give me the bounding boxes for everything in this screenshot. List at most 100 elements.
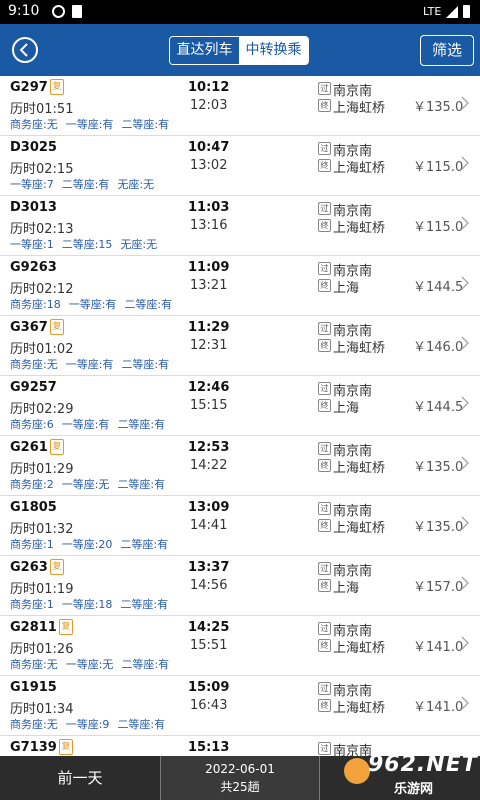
ticket-price: ￥144.5 [413, 400, 464, 415]
seat-info: 商务座:2 [10, 478, 54, 491]
to-station: 上海 [333, 281, 360, 296]
train-row[interactable]: G367 复历时01:02 商务座:无 一等座:有 二等座:有 11:29 12:31 过南京… [0, 316, 480, 376]
train-duration: 历时01:51 [10, 102, 74, 117]
departure-time: 12:46 [188, 380, 230, 395]
to-station: 上海虹桥 [333, 161, 386, 176]
seat-availability: 商务座:18 一等座:有 二等座:有 [10, 296, 180, 312]
fu-badge: 复 [59, 619, 73, 635]
chevron-right-icon [461, 156, 469, 170]
to-station: 上海虹桥 [333, 461, 386, 476]
arrival-time: 12:03 [190, 98, 228, 113]
seat-info: 二等座:有 [117, 478, 166, 491]
train-row[interactable]: D3025 历时02:15 一等座:7 二等座:有 无座:无 10:47 13:02 过南京南… [0, 136, 480, 196]
seat-availability: 商务座:2 一等座:无 二等座:有 [10, 476, 173, 492]
chevron-right-icon [461, 456, 469, 470]
terminal-station-icon: 终 [318, 279, 331, 292]
seat-availability: 商务座:6 一等座:有 二等座:有 [10, 416, 173, 432]
seat-info: 一等座:有 [65, 118, 114, 131]
terminal-station-icon: 终 [318, 399, 331, 412]
chevron-right-icon [461, 276, 469, 290]
train-type-switch: 直达列车 中转换乘 [169, 36, 309, 65]
train-row[interactable]: G9257 历时02:29 商务座:6 一等座:有 二等座:有 12:46 15:15 过南京… [0, 376, 480, 436]
seat-info: 商务座:1 [10, 538, 54, 551]
departure-time: 15:13 [188, 740, 230, 755]
departure-time: 11:29 [188, 320, 230, 335]
arrival-time: 15:51 [190, 638, 228, 653]
train-row[interactable]: D3013 历时02:13 一等座:1 二等座:15 无座:无 11:03 13:16 过南京… [0, 196, 480, 256]
train-list: G297 复历时01:51 商务座:无 一等座:有 二等座:有 10:12 12:03 过南京… [0, 76, 480, 756]
ticket-price: ￥146.0 [413, 340, 464, 355]
chevron-right-icon [461, 96, 469, 110]
status-time: 9:10 [8, 3, 40, 19]
tab-transfer[interactable]: 中转换乘 [239, 37, 308, 64]
terminal-station-icon: 终 [318, 459, 331, 472]
train-number: D3025 [10, 140, 57, 155]
seat-info: 无座:无 [117, 178, 155, 191]
seat-availability: 商务座:无 一等座:9 二等座:有 [10, 716, 173, 732]
ticket-price: ￥157.0 [413, 580, 464, 595]
train-row[interactable]: G1805 历时01:32 商务座:1 一等座:20 二等座:有 13:09 14:41 过南… [0, 496, 480, 556]
seat-info: 一等座:9 [65, 718, 110, 731]
to-station: 上海虹桥 [333, 701, 386, 716]
departure-time: 10:47 [188, 140, 230, 155]
to-station: 上海虹桥 [333, 101, 386, 116]
selected-date: 2022-06-01 [205, 762, 275, 776]
train-row[interactable]: G297 复历时01:51 商务座:无 一等座:有 二等座:有 10:12 12:03 过南京… [0, 76, 480, 136]
terminal-station-icon: 终 [318, 699, 331, 712]
fu-badge: 复 [50, 439, 64, 455]
fu-badge: 复 [59, 739, 73, 755]
train-number: G367 [10, 320, 48, 335]
train-number: G2811 [10, 620, 57, 635]
seat-info: 一等座:18 [61, 598, 113, 611]
train-row[interactable]: G261 复历时01:29 商务座:2 一等座:无 二等座:有 12:53 14:22 过南京… [0, 436, 480, 496]
seat-info: 一等座:有 [65, 358, 114, 371]
ticket-price: ￥115.0 [413, 220, 464, 235]
terminal-station-icon: 终 [318, 339, 331, 352]
train-count: 共25趟 [220, 780, 260, 794]
departure-time: 10:12 [188, 80, 230, 95]
seat-info: 二等座:有 [124, 298, 173, 311]
date-selector[interactable]: 2022-06-01 共25趟 [161, 756, 319, 800]
chevron-right-icon [461, 396, 469, 410]
previous-day-button[interactable]: 前一天 [0, 756, 160, 800]
seat-info: 二等座:有 [117, 718, 166, 731]
train-duration: 历时02:29 [10, 402, 74, 417]
train-number: G261 [10, 440, 48, 455]
train-row[interactable]: G9263 历时02:12 商务座:18 一等座:有 二等座:有 11:09 13:21 过南… [0, 256, 480, 316]
fu-badge: 复 [50, 319, 64, 335]
seat-availability: 商务座:无 一等座:有 二等座:有 [10, 116, 177, 132]
train-row[interactable]: G2811 复历时01:26 商务座:无 一等座:无 二等座:有 14:25 15:51 过南… [0, 616, 480, 676]
seat-info: 一等座:20 [61, 538, 113, 551]
seat-info: 二等座:15 [61, 238, 113, 251]
train-number: G297 [10, 80, 48, 95]
tab-direct-trains[interactable]: 直达列车 [170, 37, 239, 64]
watermark-sub: 乐游网 [394, 782, 434, 797]
terminal-station-icon: 终 [318, 99, 331, 112]
train-row[interactable]: G1915 历时01:34 商务座:无 一等座:9 二等座:有 15:09 16:43 过南京… [0, 676, 480, 736]
ticket-price: ￥135.0 [413, 520, 464, 535]
arrival-time: 12:31 [190, 338, 228, 353]
seat-availability: 商务座:1 一等座:20 二等座:有 [10, 536, 176, 552]
seat-availability: 一等座:7 二等座:有 无座:无 [10, 176, 162, 192]
to-station: 上海虹桥 [333, 221, 386, 236]
seat-info: 一等座:无 [61, 478, 110, 491]
terminal-station-icon: 终 [318, 519, 331, 532]
seat-info: 商务座:无 [10, 358, 58, 371]
filter-button[interactable]: 筛选 [420, 35, 474, 66]
arrival-time: 14:22 [190, 458, 228, 473]
back-button[interactable] [12, 37, 38, 63]
terminal-station-icon: 终 [318, 159, 331, 172]
seat-info: 二等座:有 [121, 118, 170, 131]
network-type: LTE [423, 5, 442, 18]
ticket-price: ￥115.0 [413, 160, 464, 175]
departure-time: 12:53 [188, 440, 230, 455]
seat-info: 一等座:1 [10, 238, 54, 251]
fu-badge: 复 [50, 79, 64, 95]
train-row[interactable]: G263 复历时01:19 商务座:1 一等座:18 二等座:有 13:37 14:56 过南… [0, 556, 480, 616]
seat-info: 二等座:有 [120, 598, 169, 611]
train-duration: 历时02:15 [10, 162, 74, 177]
seat-info: 二等座:有 [121, 358, 170, 371]
pass-station-icon: 过 [318, 622, 331, 635]
to-station: 上海虹桥 [333, 341, 386, 356]
watermark-main: 962.NET [368, 752, 478, 777]
